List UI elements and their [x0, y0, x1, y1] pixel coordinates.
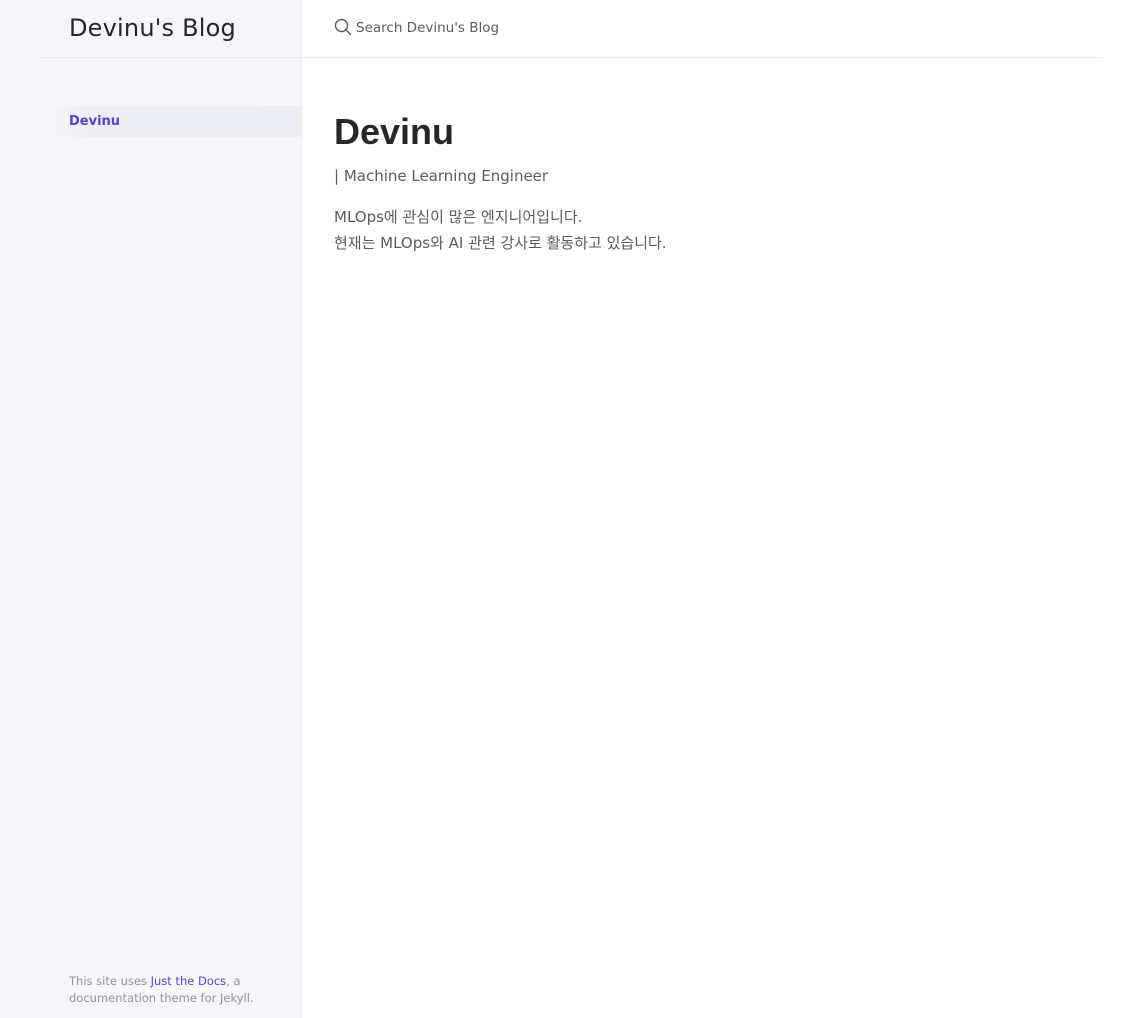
- bio-text: MLOps에 관심이 많은 엔지니어입니다. 현재는 MLOps와 AI 관련 …: [334, 204, 1074, 256]
- page: Devinu's Blog Devinu This site uses Just…: [0, 0, 1141, 1018]
- sidebar-nav: Devinu: [38, 106, 301, 137]
- bio-line: MLOps에 관심이 많은 엔지니어입니다.: [334, 208, 583, 226]
- search-input[interactable]: [356, 18, 716, 38]
- site-header: Devinu's Blog: [38, 0, 301, 58]
- site-footer: This site uses Just the Docs, a document…: [69, 973, 289, 1007]
- sidebar: Devinu's Blog Devinu This site uses Just…: [0, 0, 302, 1018]
- main-header: [302, 0, 1103, 58]
- bio-line: 현재는 MLOps와 AI 관련 강사로 활동하고 있습니다.: [334, 234, 667, 252]
- page-title: Devinu: [334, 111, 455, 152]
- search-icon[interactable]: [334, 18, 352, 36]
- footer-prefix: This site uses: [69, 974, 151, 988]
- search-bar: [334, 16, 734, 42]
- page-subtitle: | Machine Learning Engineer: [334, 167, 549, 185]
- just-the-docs-link[interactable]: Just the Docs: [151, 974, 227, 988]
- site-title-link[interactable]: Devinu's Blog: [69, 14, 236, 42]
- sidebar-item-label[interactable]: Devinu: [69, 114, 120, 129]
- sidebar-item-devinu[interactable]: Devinu: [38, 106, 301, 137]
- main-content: Devinu | Machine Learning Engineer MLOps…: [334, 108, 1074, 256]
